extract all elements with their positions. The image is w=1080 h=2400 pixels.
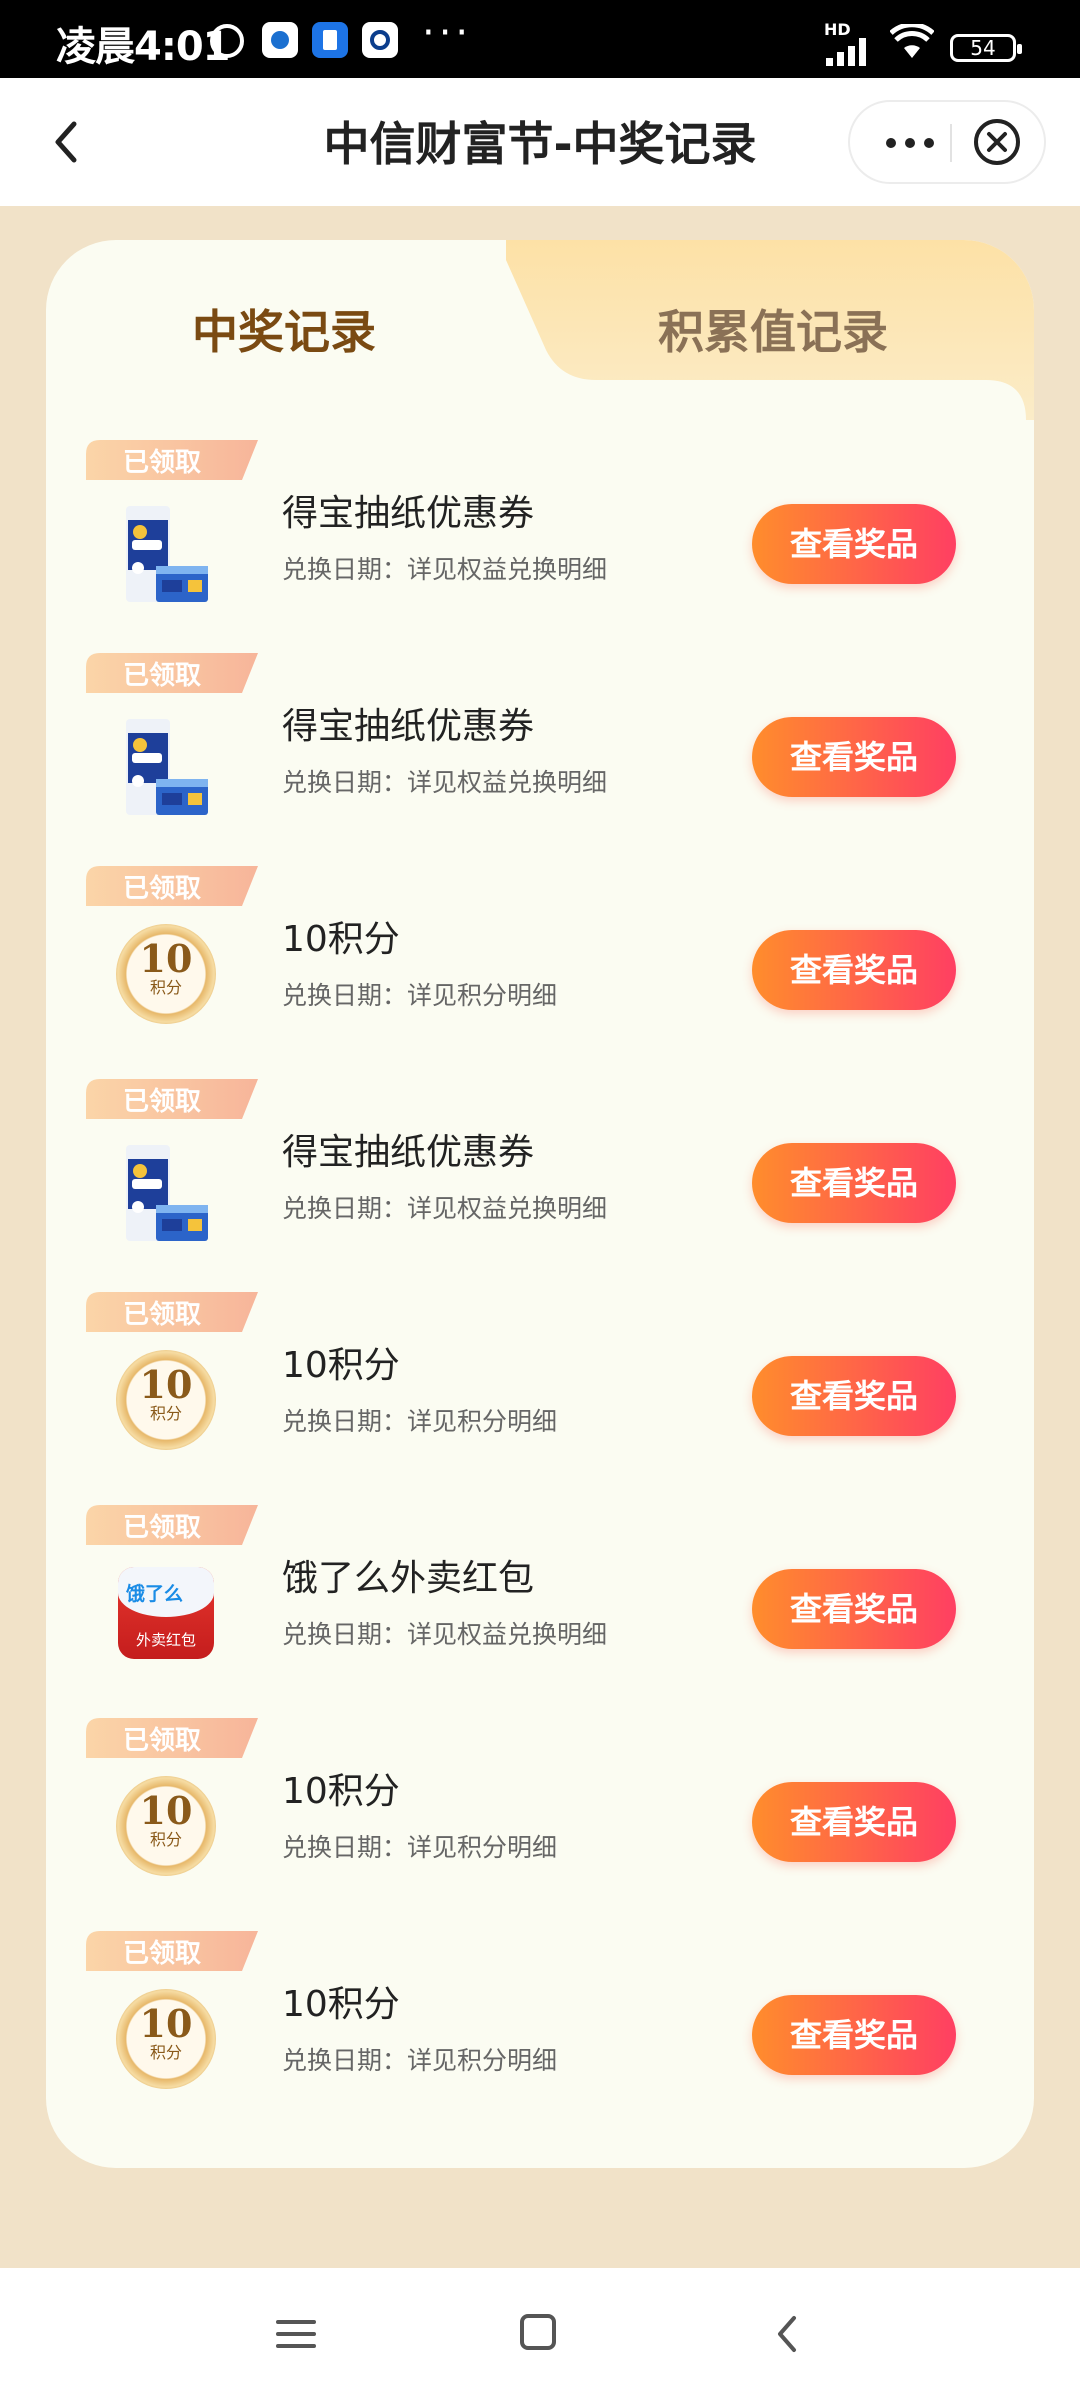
list-item: 已领取 10 积分 10积分 兑换日期：详见积分明细 查看奖品 (46, 866, 1034, 1079)
redeem-date: 兑换日期：详见积分明细 (282, 1407, 558, 1436)
status-time: 凌晨4:01 (56, 24, 230, 70)
redeem-date: 兑换日期：详见权益兑换明细 (282, 1194, 608, 1223)
tissue-pack-icon (126, 1145, 208, 1241)
status-badge-label: 已领取 (122, 1726, 201, 1756)
view-prize-button[interactable]: 查看奖品 (752, 504, 956, 584)
status-badge-label: 已领取 (122, 1513, 201, 1543)
prize-name: 得宝抽纸优惠券 (282, 706, 535, 747)
tab-accumulation-records[interactable]: 积累值记录 (658, 296, 888, 362)
redeem-date: 兑换日期：详见权益兑换明细 (282, 555, 608, 584)
list-item: 已领取 得宝抽纸优惠券 兑换日期：详见权益兑换明细 查看奖品 (46, 440, 1034, 653)
status-bar: 凌晨4:01 ··· HD 54 (0, 0, 1080, 78)
status-badge: 已领取 (86, 1292, 258, 1332)
more-options-button[interactable] (870, 102, 950, 182)
status-badge-label: 已领取 (122, 1087, 201, 1117)
status-badge: 已领取 (86, 1718, 258, 1758)
status-badge-label: 已领取 (122, 661, 201, 691)
coin-value: 10 (139, 1362, 193, 1407)
tissue-pack-icon (126, 719, 208, 815)
coin-label: 积分 (149, 1404, 182, 1423)
document-app-icon (312, 22, 348, 58)
prize-name: 10积分 (282, 1771, 400, 1812)
wifi-icon (890, 24, 934, 58)
red-packet-icon: 饿了么 外卖红包 (118, 1567, 214, 1659)
status-badge-label: 已领取 (122, 874, 201, 904)
redeem-date: 兑换日期：详见积分明细 (282, 981, 558, 1010)
redeem-date: 兑换日期：详见积分明细 (282, 2046, 558, 2075)
alarm-icon (210, 24, 244, 58)
tab-bar: 中奖记录 积累值记录 (46, 240, 1034, 420)
menu-icon[interactable] (276, 2316, 316, 2352)
signal-icon (826, 36, 874, 66)
coin-value: 10 (139, 2001, 193, 2046)
nav-bar: 中信财富节-中奖记录 (0, 78, 1080, 206)
view-prize-button[interactable]: 查看奖品 (752, 1143, 956, 1223)
points-coin-icon: 10 积分 (116, 1776, 216, 1876)
close-icon[interactable] (972, 117, 1022, 167)
points-coin-icon: 10 积分 (116, 1989, 216, 2089)
view-prize-button[interactable]: 查看奖品 (752, 717, 956, 797)
system-back-icon[interactable] (768, 2312, 808, 2356)
redeem-date: 兑换日期：详见权益兑换明细 (282, 768, 608, 797)
prize-name: 10积分 (282, 1984, 400, 2025)
coin-value: 10 (139, 1788, 193, 1833)
tissue-pack-icon (126, 506, 208, 602)
coin-label: 积分 (149, 1830, 182, 1849)
prize-name: 10积分 (282, 919, 400, 960)
prize-name: 得宝抽纸优惠券 (282, 493, 535, 534)
status-badge: 已领取 (86, 1079, 258, 1119)
view-prize-button[interactable]: 查看奖品 (752, 1995, 956, 2075)
capsule-divider (950, 124, 952, 162)
redeem-date: 兑换日期：详见权益兑换明细 (282, 1620, 608, 1649)
points-coin-icon: 10 积分 (116, 924, 216, 1024)
redeem-date: 兑换日期：详见积分明细 (282, 1833, 558, 1862)
status-badge: 已领取 (86, 653, 258, 693)
more-notifications-icon: ··· (422, 10, 473, 56)
coin-value: 10 (139, 936, 193, 981)
list-item: 已领取 10 积分 10积分 兑换日期：详见积分明细 查看奖品 (46, 1931, 1034, 2144)
bank-app-icon (362, 22, 398, 58)
records-card: 中奖记录 积累值记录 已领取 得宝抽纸优惠券 兑换日期：详见权益兑换明细 查看奖… (46, 240, 1034, 2168)
view-prize-button[interactable]: 查看奖品 (752, 1782, 956, 1862)
view-prize-button[interactable]: 查看奖品 (752, 1356, 956, 1436)
list-item: 已领取 饿了么 外卖红包 饿了么外卖红包 兑换日期：详见权益兑换明细 查看奖品 (46, 1505, 1034, 1718)
prize-list: 已领取 得宝抽纸优惠券 兑换日期：详见权益兑换明细 查看奖品 已领取 得宝抽纸优… (46, 440, 1034, 2144)
packet-label: 外卖红包 (135, 1631, 196, 1649)
mini-program-capsule (848, 100, 1046, 184)
status-badge: 已领取 (86, 866, 258, 906)
status-badge: 已领取 (86, 440, 258, 480)
status-badge-label: 已领取 (122, 1300, 201, 1330)
view-prize-button[interactable]: 查看奖品 (752, 930, 956, 1010)
home-icon[interactable] (520, 2314, 556, 2350)
list-item: 已领取 10 积分 10积分 兑换日期：详见积分明细 查看奖品 (46, 1718, 1034, 1931)
app-notification-icon (262, 22, 298, 58)
prize-name: 得宝抽纸优惠券 (282, 1132, 535, 1173)
list-item: 已领取 得宝抽纸优惠券 兑换日期：详见权益兑换明细 查看奖品 (46, 1079, 1034, 1292)
coin-label: 积分 (149, 2043, 182, 2062)
view-prize-button[interactable]: 查看奖品 (752, 1569, 956, 1649)
status-badge-label: 已领取 (122, 1939, 201, 1969)
battery-icon: 54 (950, 34, 1022, 62)
coin-label: 积分 (149, 978, 182, 997)
points-coin-icon: 10 积分 (116, 1350, 216, 1450)
list-item: 已领取 得宝抽纸优惠券 兑换日期：详见权益兑换明细 查看奖品 (46, 653, 1034, 866)
system-nav-bar (0, 2268, 1080, 2400)
status-badge: 已领取 (86, 1931, 258, 1971)
status-badge-label: 已领取 (122, 448, 201, 478)
prize-name: 饿了么外卖红包 (282, 1558, 535, 1599)
prize-name: 10积分 (282, 1345, 400, 1386)
list-item: 已领取 10 积分 10积分 兑换日期：详见积分明细 查看奖品 (46, 1292, 1034, 1505)
eleme-logo: 饿了么 (126, 1583, 184, 1605)
tab-prize-records[interactable]: 中奖记录 (192, 296, 376, 362)
status-badge: 已领取 (86, 1505, 258, 1545)
